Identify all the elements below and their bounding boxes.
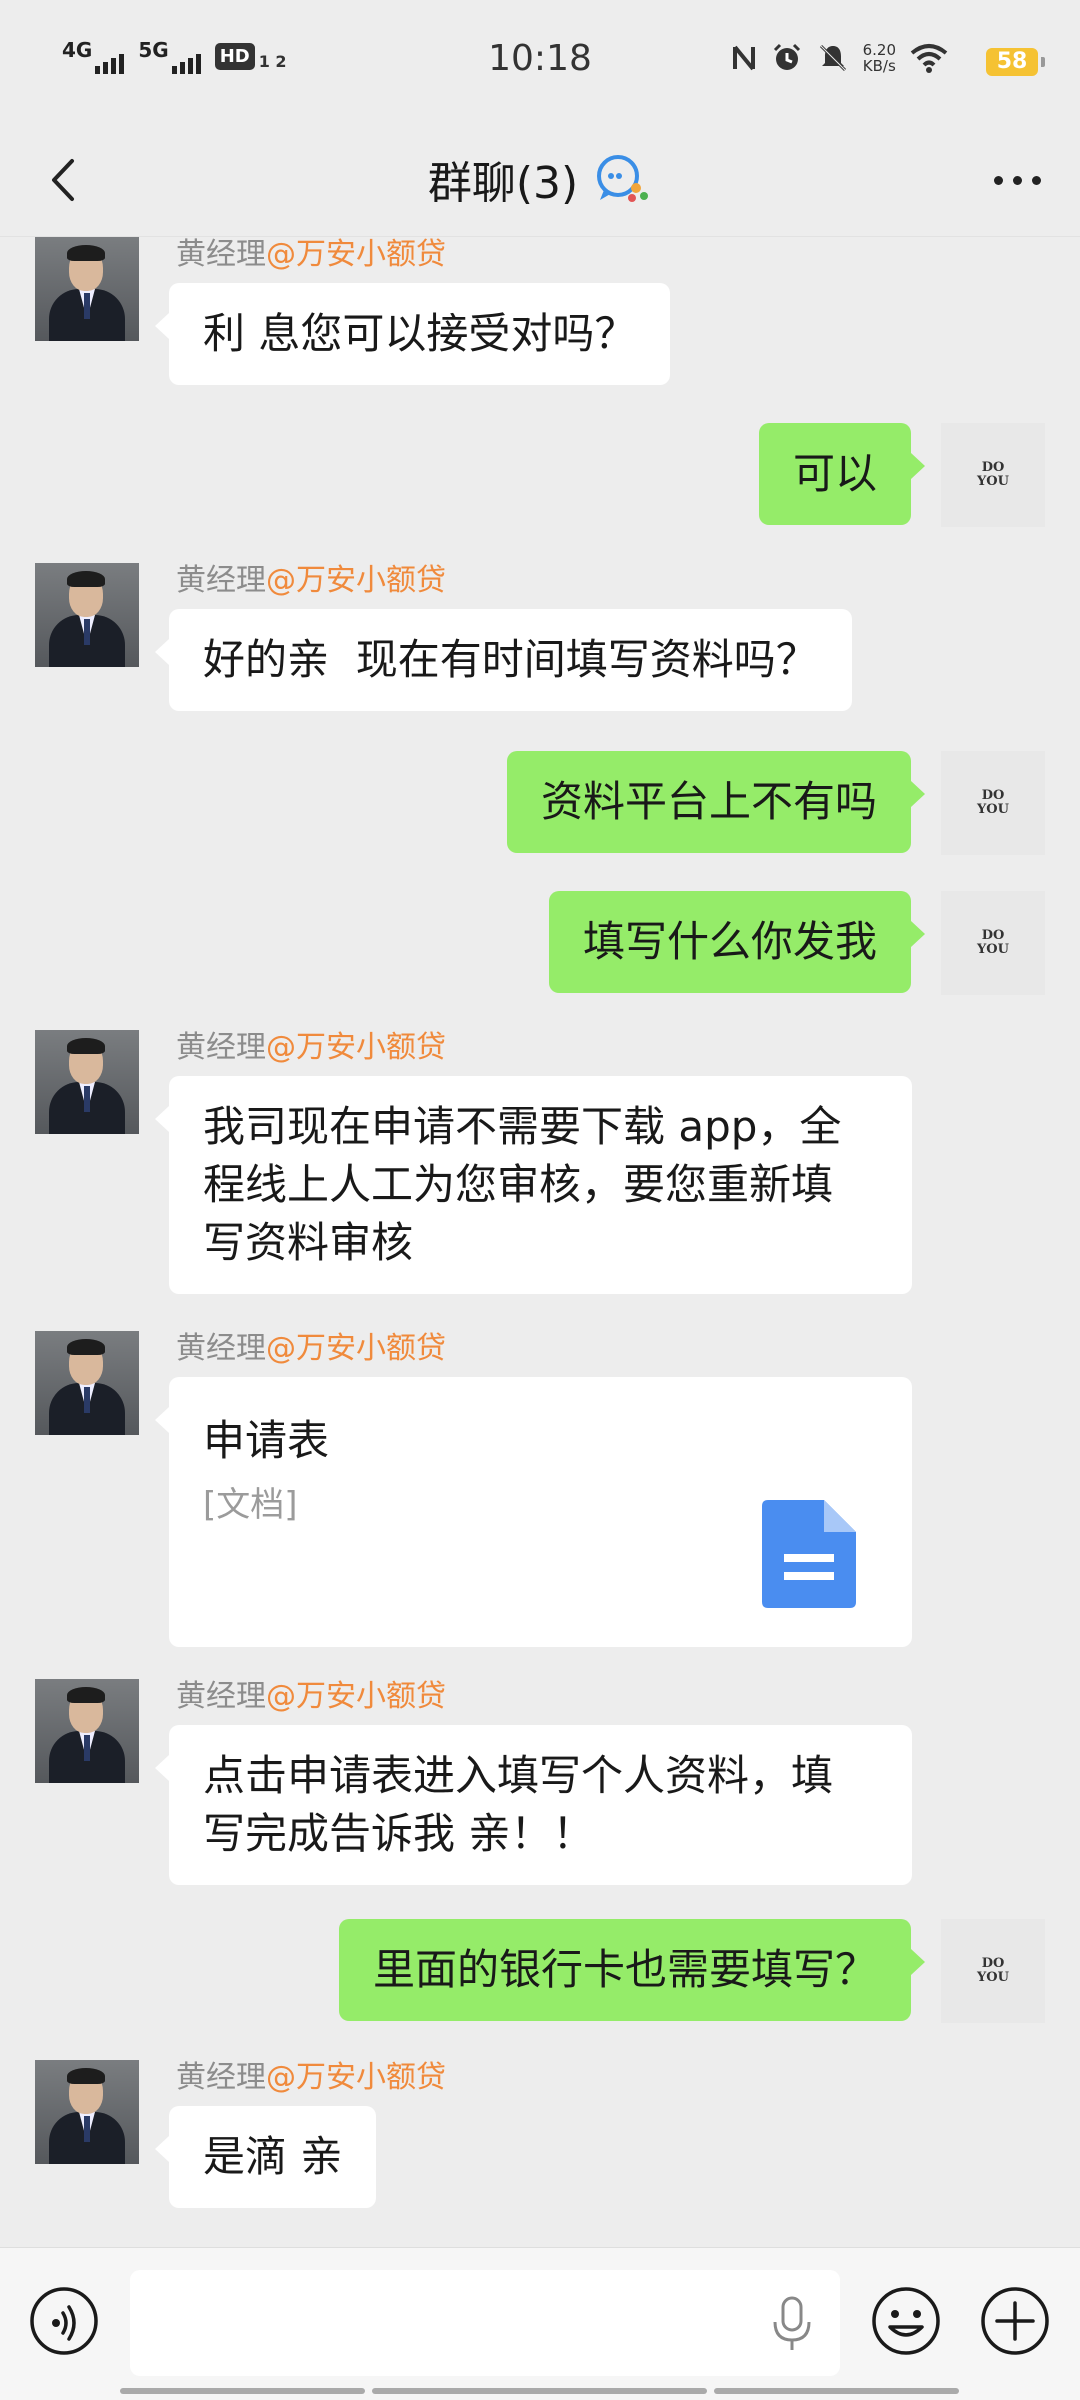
- document-type: [文档]: [203, 1485, 298, 1525]
- sender-org: @万安小额贷: [266, 1030, 446, 1065]
- nfc-icon: [732, 45, 755, 71]
- group-chat-icon[interactable]: [592, 152, 652, 206]
- sender-person: 黄经理: [176, 563, 266, 598]
- document-icon: [762, 1500, 856, 1608]
- voice-icon[interactable]: [28, 2285, 100, 2357]
- message-bubble[interactable]: 点击申请表进入填写个人资料，填 写完成告诉我 亲！！: [155, 1725, 912, 1885]
- sender-name: 黄经理@万安小额贷: [176, 1671, 446, 1715]
- message-bubble[interactable]: 我司现在申请不需要下载 app，全 程线上人工为您审核，要您重新填 写资料审核: [155, 1076, 912, 1294]
- sender-person: 黄经理: [176, 237, 266, 272]
- message-bubble[interactable]: 资料平台上不有吗: [506, 751, 926, 853]
- message-list[interactable]: 黄经理@万安小额贷 利 息您可以接受对吗？ DO YOU 可以 黄经理@万安小额贷…: [0, 237, 1080, 2247]
- my-avatar-line2: YOU: [977, 802, 1009, 817]
- title-area: 群聊(3): [0, 147, 1080, 211]
- wifi-icon: [910, 44, 948, 73]
- alarm-icon: [773, 43, 800, 70]
- mute-icon: [819, 44, 846, 72]
- sender-org: @万安小额贷: [266, 563, 446, 598]
- message-line: 我司现在申请不需要下载 app，全: [203, 1102, 842, 1151]
- document-card[interactable]: 申请表 [文档]: [155, 1377, 912, 1647]
- message-input[interactable]: [130, 2270, 840, 2376]
- status-icons: 6.20 KB/s: [731, 42, 948, 74]
- avatar[interactable]: [35, 1030, 139, 1134]
- message-line: 写资料审核: [203, 1218, 414, 1267]
- sender-person: 黄经理: [176, 2060, 266, 2095]
- plus-icon[interactable]: [979, 2285, 1051, 2357]
- message-line: 写完成告诉我 亲！！: [203, 1809, 595, 1858]
- sender-name: 黄经理@万安小额贷: [176, 237, 446, 273]
- my-avatar-line2: YOU: [977, 474, 1009, 489]
- my-avatar[interactable]: DO YOU: [941, 423, 1045, 527]
- my-avatar[interactable]: DO YOU: [941, 751, 1045, 855]
- sender-name: 黄经理@万安小额贷: [176, 1323, 446, 1367]
- more-icon[interactable]: [984, 153, 1050, 207]
- message-line: 程线上人工为您审核，要您重新填: [203, 1160, 834, 1209]
- input-bar: [0, 2247, 1080, 2400]
- sender-person: 黄经理: [176, 1679, 266, 1714]
- message-bubble[interactable]: 利 息您可以接受对吗？: [154, 283, 671, 385]
- page-title: 群聊(3): [427, 158, 579, 209]
- message-bubble[interactable]: 好的亲 现在有时间填写资料吗？: [155, 609, 852, 711]
- sender-org: @万安小额贷: [266, 237, 446, 272]
- my-avatar[interactable]: DO YOU: [941, 891, 1045, 995]
- nav-gesture-bar: [714, 2388, 959, 2394]
- sender-name: 黄经理@万安小额贷: [176, 555, 446, 599]
- mic-icon[interactable]: [770, 2296, 814, 2352]
- status-bar: 4G 5G HD 1 2 10:18 6.20 KB/s 58: [0, 0, 1080, 125]
- my-avatar[interactable]: DO YOU: [941, 1919, 1045, 2023]
- document-title: 申请表: [203, 1416, 330, 1465]
- message-bubble[interactable]: 可以: [758, 423, 926, 525]
- avatar[interactable]: [35, 237, 139, 341]
- sender-person: 黄经理: [176, 1331, 266, 1366]
- sender-org: @万安小额贷: [266, 1679, 446, 1714]
- avatar[interactable]: [35, 1679, 139, 1783]
- chat-header: 群聊(3): [0, 125, 1080, 237]
- message-bubble[interactable]: 是滴 亲: [154, 2106, 377, 2208]
- sender-person: 黄经理: [176, 1030, 266, 1065]
- avatar[interactable]: [35, 563, 139, 667]
- speed-unit: KB/s: [862, 57, 896, 75]
- message-bubble[interactable]: 填写什么你发我: [548, 891, 926, 993]
- battery-indicator: 58: [986, 48, 1045, 76]
- my-avatar-line1: DO: [981, 928, 1005, 943]
- sender-org: @万安小额贷: [266, 2060, 446, 2095]
- my-avatar-line2: YOU: [977, 1970, 1009, 1985]
- network-speed: 6.20 KB/s: [863, 42, 896, 74]
- speed-value: 6.20: [862, 41, 896, 59]
- message-bubble[interactable]: 里面的银行卡也需要填写？: [338, 1919, 926, 2021]
- nav-gesture-bar: [120, 2388, 365, 2394]
- sender-name: 黄经理@万安小额贷: [176, 2052, 446, 2096]
- nav-gesture-bar: [372, 2388, 707, 2394]
- my-avatar-line2: YOU: [977, 942, 1009, 957]
- my-avatar-line1: DO: [981, 1956, 1005, 1971]
- avatar[interactable]: [35, 1331, 139, 1435]
- sender-name: 黄经理@万安小额贷: [176, 1022, 446, 1066]
- avatar[interactable]: [35, 2060, 139, 2164]
- message-line: 点击申请表进入填写个人资料，填: [203, 1751, 834, 1800]
- emoji-icon[interactable]: [870, 2285, 942, 2357]
- my-avatar-line1: DO: [981, 788, 1005, 803]
- sender-org: @万安小额贷: [266, 1331, 446, 1366]
- my-avatar-line1: DO: [981, 460, 1005, 475]
